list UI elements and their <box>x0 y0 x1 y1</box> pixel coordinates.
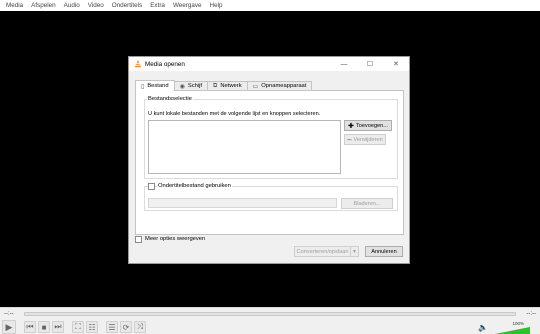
file-selection-hint: U kunt lokale bestanden met de volgende … <box>148 111 321 117</box>
control-bar: --:-- --:-- ▶ ⏮ ■ ⏭ ⛶ ☷ ☰ ⟳ ⤨ 🔈 100% <box>0 307 540 334</box>
extended-settings-button[interactable]: ☷ <box>86 321 98 333</box>
capture-icon: ▭ <box>252 83 259 90</box>
menu-help[interactable]: Help <box>206 2 227 9</box>
open-media-dialog: Media openen — ☐ ✕ ▯ Bestand ◉ Schijf ⧉ … <box>128 56 410 264</box>
playlist-icon: ☰ <box>108 322 116 332</box>
loop-button[interactable]: ⟳ <box>120 321 132 333</box>
menu-afspelen[interactable]: Afspelen <box>27 2 60 9</box>
cancel-button[interactable]: Annuleren <box>365 246 403 257</box>
add-file-button[interactable]: ✚ Toevoegen... <box>344 120 392 131</box>
browse-subtitle-label: Bladeren... <box>353 200 381 207</box>
loop-icon: ⟳ <box>122 322 130 332</box>
stop-button[interactable]: ■ <box>38 321 50 333</box>
more-options-label: Meer opties weergeven <box>145 236 206 242</box>
tab-label: Netwerk <box>220 83 242 89</box>
disc-icon: ◉ <box>179 83 185 90</box>
chevron-down-icon[interactable]: ▼ <box>350 247 358 256</box>
minimize-button[interactable]: — <box>331 57 357 71</box>
play-icon: ▶ <box>5 321 13 332</box>
play-button[interactable]: ▶ <box>2 320 16 334</box>
next-button[interactable]: ⏭ <box>52 321 64 333</box>
more-options-checkbox[interactable] <box>135 236 142 243</box>
tab-netwerk[interactable]: ⧉ Netwerk <box>207 81 248 90</box>
menu-weergave[interactable]: Weergave <box>169 2 206 9</box>
browse-subtitle-button[interactable]: Bladeren... <box>341 198 393 209</box>
network-icon: ⧉ <box>213 82 218 89</box>
tab-label: Bestand <box>147 83 169 89</box>
previous-button[interactable]: ⏮ <box>24 321 36 333</box>
tab-opnameapparaat[interactable]: ▭ Opnameapparaat <box>246 81 313 90</box>
maximize-button[interactable]: ☐ <box>357 57 383 71</box>
convert-save-button[interactable]: Converteren/opslaan ▼ <box>294 246 359 257</box>
file-selection-title: Bestandsselectie <box>147 96 193 102</box>
subtitle-checkbox-label: Ondertitelbestand gebruiken <box>157 183 232 189</box>
vlc-cone-icon <box>134 60 142 68</box>
tab-panel-bestand: Bestandsselectie U kunt lokale bestanden… <box>135 90 404 235</box>
playback-controls: ▶ ⏮ ■ ⏭ ⛶ ☷ ☰ ⟳ ⤨ <box>2 320 148 334</box>
remove-file-button[interactable]: ━ Verwijderen <box>344 134 386 145</box>
menu-video[interactable]: Video <box>84 2 108 9</box>
menu-audio[interactable]: Audio <box>60 2 84 9</box>
shuffle-icon: ⤨ <box>136 322 144 331</box>
minimize-icon: — <box>340 60 348 68</box>
dialog-title: Media openen <box>145 60 185 68</box>
file-icon: ▯ <box>141 83 145 90</box>
cancel-label: Annuleren <box>371 248 397 255</box>
fullscreen-button[interactable]: ⛶ <box>72 321 84 333</box>
maximize-icon: ☐ <box>366 61 374 68</box>
tab-label: Schijf <box>187 83 203 89</box>
file-list[interactable] <box>148 120 341 174</box>
volume-percent: 100% <box>512 321 524 326</box>
shuffle-button[interactable]: ⤨ <box>134 321 146 333</box>
speaker-icon[interactable]: 🔈 <box>478 323 488 332</box>
seek-slider[interactable] <box>24 312 516 316</box>
tab-label: Opnameapparaat <box>261 83 307 89</box>
close-icon: ✕ <box>393 61 399 68</box>
time-total: --:-- <box>526 311 536 317</box>
volume-fill <box>495 327 530 334</box>
stop-icon: ■ <box>41 322 47 332</box>
menu-media[interactable]: Media <box>2 2 27 9</box>
tab-schijf[interactable]: ◉ Schijf <box>173 81 209 90</box>
file-selection-group: Bestandsselectie U kunt lokale bestanden… <box>144 96 398 179</box>
playlist-button[interactable]: ☰ <box>106 321 118 333</box>
close-button[interactable]: ✕ <box>383 57 409 71</box>
convert-save-label: Converteren/opslaan <box>296 248 349 255</box>
time-elapsed: --:-- <box>4 311 14 317</box>
dialog-titlebar[interactable]: Media openen — ☐ ✕ <box>129 57 409 71</box>
subtitle-checkbox[interactable] <box>148 183 155 190</box>
add-file-label: Toevoegen... <box>355 122 388 129</box>
tab-bestand[interactable]: ▯ Bestand <box>135 80 175 91</box>
volume-slider[interactable] <box>490 327 530 334</box>
menu-extra[interactable]: Extra <box>146 2 169 9</box>
subtitle-file-input[interactable] <box>148 198 337 208</box>
plus-icon: ✚ <box>348 122 354 130</box>
fullscreen-icon: ⛶ <box>75 322 81 331</box>
minus-icon: ━ <box>347 136 352 144</box>
previous-icon: ⏮ <box>26 322 34 331</box>
next-icon: ⏭ <box>54 322 62 331</box>
menubar: Media Afspelen Audio Video Ondertitels E… <box>0 0 540 11</box>
menu-ondertitels[interactable]: Ondertitels <box>108 2 146 9</box>
remove-file-label: Verwijderen <box>353 136 383 143</box>
equalizer-icon: ☷ <box>88 322 96 332</box>
subtitle-group: Ondertitelbestand gebruiken Bladeren... <box>144 183 398 211</box>
dialog-tabs: ▯ Bestand ◉ Schijf ⧉ Netwerk ▭ Opnameapp… <box>135 80 313 91</box>
